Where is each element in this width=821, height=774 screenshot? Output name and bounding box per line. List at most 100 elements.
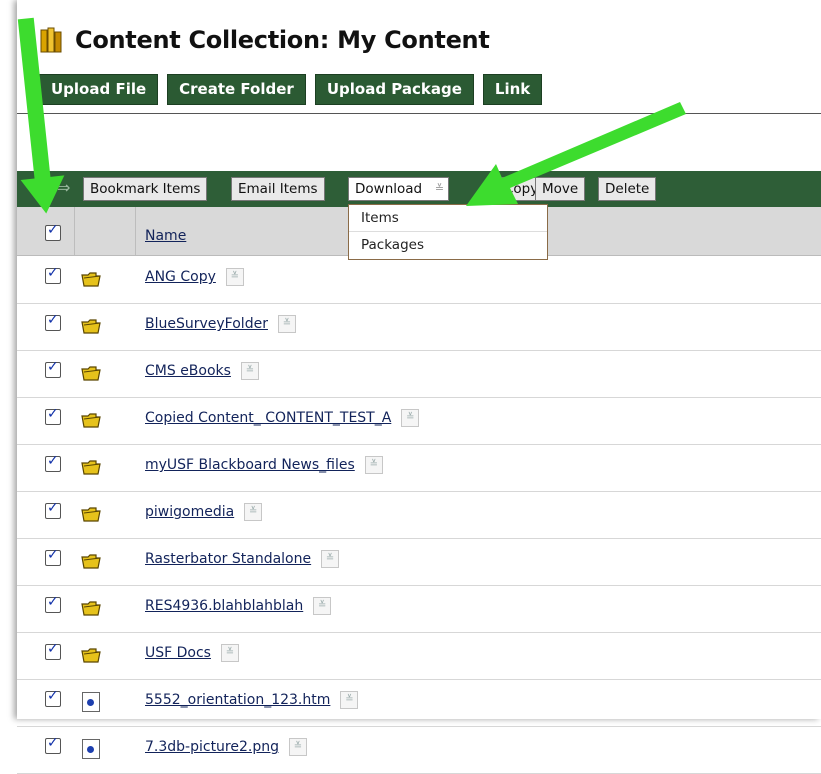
content-collection-window: Content Collection: My Content Upload Fi… [17,0,821,774]
link-button[interactable]: Link [482,74,543,105]
divider [17,113,821,114]
chevron-down-icon[interactable]: ≚ [340,691,359,709]
chevron-down-icon[interactable]: ≚ [244,503,263,521]
checkmark-icon: ✓ [47,547,59,563]
chevron-down-icon[interactable]: ≚ [240,362,259,380]
item-name-label: ANG Copy [145,269,216,285]
checkmark-icon: ✓ [47,735,59,751]
table-row: ✓ USF Docs ≚ [17,632,821,680]
item-name-link[interactable]: piwigomedia ≚ [145,503,263,521]
checkmark-icon: ✓ [47,406,59,422]
row-checkbox[interactable]: ✓ [45,265,61,284]
page-title: Content Collection: My Content [75,26,490,54]
menu-item-items[interactable]: Items [349,205,547,232]
item-name-label: RES4936.blahblahblah [145,598,304,614]
folder-icon [81,272,101,287]
item-name-link[interactable]: 7.3db-picture2.png ≚ [145,738,307,756]
folder-icon [81,648,101,663]
image-file-icon [82,739,100,759]
item-name-link[interactable]: Rasterbator Standalone ≚ [145,550,340,568]
item-name-link[interactable]: 5552_orientation_123.htm ≚ [145,691,359,709]
item-name-link[interactable]: BlueSurveyFolder ≚ [145,315,296,333]
table-row: ✓ Copied Content_ CONTENT_TEST_A ≚ [17,397,821,445]
checkmark-icon: ✓ [47,641,59,657]
item-name-label: CMS eBooks [145,363,231,379]
item-name-label: Copied Content_ CONTENT_TEST_A [145,410,392,426]
create-folder-button[interactable]: Create Folder [167,74,306,105]
chevron-down-icon[interactable]: ≚ [321,550,340,568]
folder-icon [81,507,101,522]
row-checkbox[interactable]: ✓ [45,500,61,519]
table-row: ✓ BlueSurveyFolder ≚ [17,303,821,351]
row-checkbox[interactable]: ✓ [45,359,61,378]
row-checkbox[interactable]: ✓ [45,406,61,425]
row-checkbox[interactable]: ✓ [45,594,61,613]
table-row: ✓ myUSF Blackboard News_files ≚ [17,444,821,492]
web-file-icon [82,692,100,712]
delete-button[interactable]: Delete [598,177,657,201]
checkmark-icon: ✓ [47,688,59,704]
download-label: Download [355,181,423,197]
folder-icon [81,319,101,334]
item-name-link[interactable]: Copied Content_ CONTENT_TEST_A ≚ [145,409,420,427]
books-icon [39,26,63,54]
checkmark-icon: ✓ [47,265,59,281]
table-row: ✓ Rasterbator Standalone ≚ [17,538,821,586]
email-items-button[interactable]: Email Items [231,177,325,201]
folder-icon [81,413,101,428]
item-name-label: piwigomedia [145,504,235,520]
checkmark-icon: ✓ [47,359,59,375]
item-name-link[interactable]: USF Docs ≚ [145,644,239,662]
checkmark-icon: ✓ [47,222,59,238]
table-row: ✓ CMS eBooks ≚ [17,350,821,398]
upload-package-button[interactable]: Upload Package [314,74,474,105]
item-name-link[interactable]: CMS eBooks ≚ [145,362,259,380]
chevron-down-icon[interactable]: ≚ [225,268,244,286]
chevron-down-icon: ≚ [434,182,445,195]
chevron-down-icon[interactable]: ≚ [401,409,420,427]
row-checkbox[interactable]: ✓ [45,641,61,660]
checkmark-icon: ✓ [47,594,59,610]
chevron-down-icon[interactable]: ≚ [220,644,239,662]
item-name-link[interactable]: ANG Copy ≚ [145,268,244,286]
name-column-header[interactable]: Name [145,228,186,244]
item-name-label: BlueSurveyFolder [145,316,268,332]
move-button[interactable]: Move [535,177,586,201]
table-row: ✓ RES4936.blahblahblah ≚ [17,585,821,633]
chevron-down-icon[interactable]: ≚ [364,456,383,474]
item-name-label: Rasterbator Standalone [145,551,312,567]
table-row: ✓ 5552_orientation_123.htm ≚ [17,679,821,727]
item-name-label: myUSF Blackboard News_files [145,457,355,473]
header-divider [74,207,75,255]
item-name-label: 7.3db-picture2.png [145,739,279,755]
row-checkbox[interactable]: ✓ [45,312,61,331]
bookmark-items-button[interactable]: Bookmark Items [83,177,208,201]
header-divider [135,207,136,255]
folder-icon [81,601,101,616]
checkmark-icon: ✓ [47,500,59,516]
action-arrow-icon: ⇒ [57,178,71,197]
chevron-down-icon[interactable]: ≚ [277,315,296,333]
row-checkbox[interactable]: ✓ [45,547,61,566]
folder-icon [81,366,101,381]
globe-icon [87,699,94,706]
row-checkbox[interactable]: ✓ [45,688,61,707]
item-name-label: 5552_orientation_123.htm [145,692,331,708]
folder-icon [81,554,101,569]
download-button[interactable]: Download ≚ [348,177,450,201]
chevron-down-icon[interactable]: ≚ [313,597,332,615]
download-menu: Items Packages [348,204,548,260]
menu-item-packages[interactable]: Packages [349,232,547,258]
select-all-checkbox[interactable]: ✓ [45,222,61,241]
globe-icon [87,746,94,753]
row-checkbox[interactable]: ✓ [45,453,61,472]
upload-file-button[interactable]: Upload File [39,74,159,105]
chevron-down-icon[interactable]: ≚ [289,738,307,756]
content-toolbar: Upload File Create Folder Upload Package… [39,74,551,105]
row-checkbox[interactable]: ✓ [45,735,61,754]
item-name-link[interactable]: RES4936.blahblahblah ≚ [145,597,332,615]
item-name-link[interactable]: myUSF Blackboard News_files ≚ [145,456,383,474]
folder-icon [81,460,101,475]
table-row: ✓ ANG Copy ≚ [17,256,821,304]
item-name-label: USF Docs [145,645,211,661]
